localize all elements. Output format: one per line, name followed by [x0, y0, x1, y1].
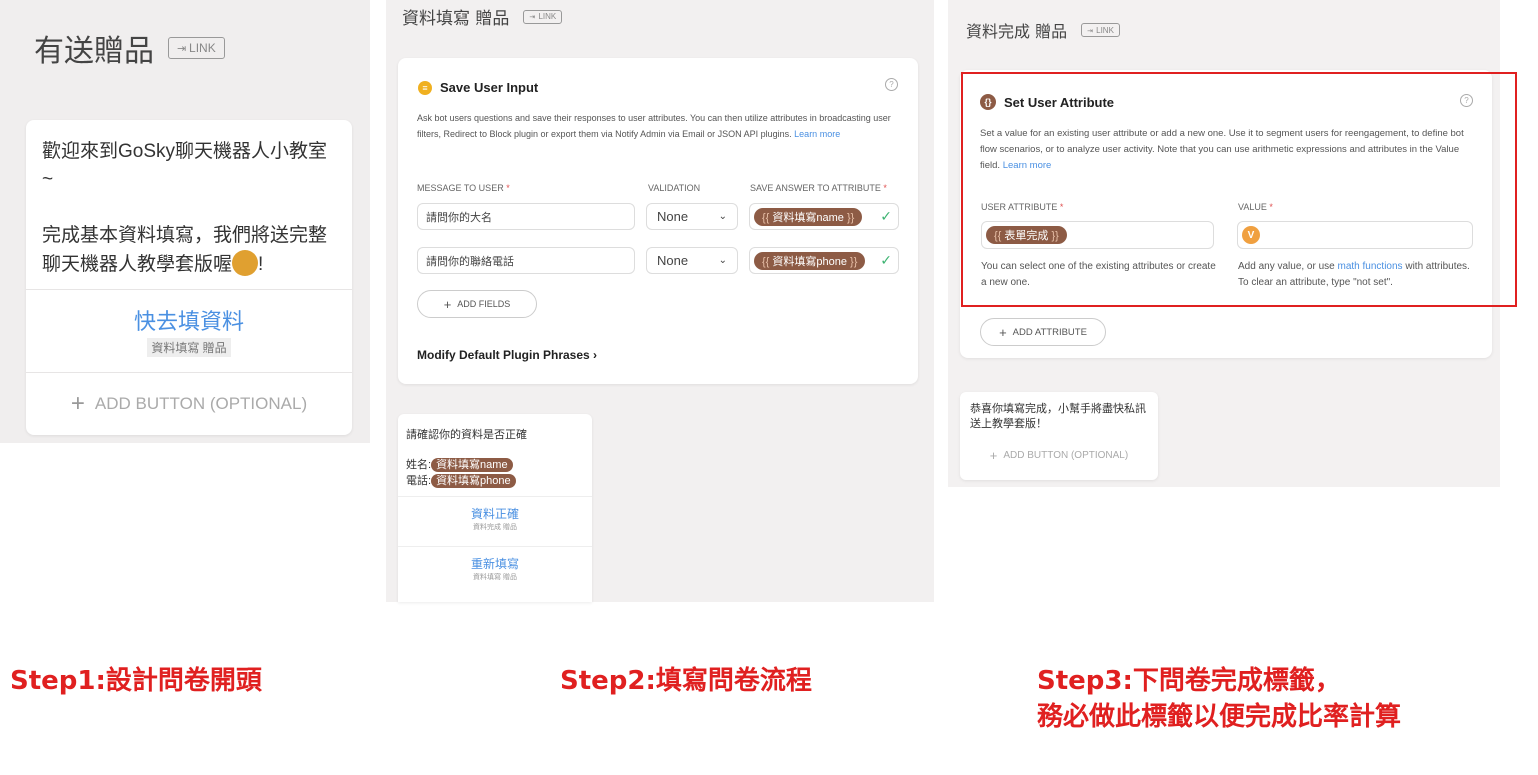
link-label: LINK	[1096, 25, 1114, 35]
col-header-save: SAVE ANSWER TO ATTRIBUTE *	[750, 183, 887, 193]
plugin-description: Ask bot users questions and save their r…	[417, 110, 905, 142]
link-button[interactable]: ⇥ LINK	[1081, 23, 1120, 37]
validation-value: None	[657, 253, 689, 268]
confirm-correct-button[interactable]: 資料正確 資料完成 贈品	[398, 496, 592, 546]
confirm-prompt: 請確認你的資料是否正確	[406, 429, 527, 441]
message-field[interactable]: 請問你的聯絡電話	[417, 247, 635, 274]
gallery-card: 歡迎來到GoSky聊天機器人小教室~ 完成基本資料填寫，我們將送完整聊天機器人教…	[26, 120, 352, 435]
validation-select[interactable]: None ⌄	[646, 247, 738, 274]
block-title[interactable]: 有送贈品	[34, 26, 154, 70]
link-button[interactable]: ⇥ LINK	[168, 37, 225, 59]
block-header: 資料填寫 贈品 ⇥ LINK	[402, 4, 563, 29]
button-label: 資料正確	[470, 507, 519, 521]
card-text[interactable]: 歡迎來到GoSky聊天機器人小教室~ 完成基本資料填寫，我們將送完整聊天機器人教…	[26, 120, 352, 288]
step3-caption-line2: 務必做此標籤以便完成比率計算	[1037, 702, 1402, 732]
plus-icon: +	[70, 390, 85, 417]
add-button-optional[interactable]: + ADD BUTTON (OPTIONAL)	[26, 373, 352, 435]
validation-value: None	[657, 209, 689, 224]
attribute-chip: {{ 資料填寫name }}	[754, 207, 863, 226]
block-title[interactable]: 資料填寫 贈品	[402, 4, 509, 29]
add-fields-label: ADD FIELDS	[457, 299, 511, 309]
button-label: 重新填寫	[470, 557, 519, 571]
add-attribute-button[interactable]: + ADD ATTRIBUTE	[980, 318, 1106, 346]
chevron-right-icon: ›	[593, 348, 598, 362]
card-text-line1: 歡迎來到GoSky聊天機器人小教室~	[42, 141, 328, 190]
name-label: 姓名:	[406, 459, 432, 471]
done-text-card: 恭喜你填寫完成，小幫手將盡快私訊送上教學套版！ + ADD BUTTON (OP…	[960, 392, 1158, 480]
link-label: LINK	[538, 12, 557, 21]
add-button-optional[interactable]: + ADD BUTTON (OPTIONAL)	[960, 448, 1158, 463]
button-target-block: 資料填寫 贈品	[147, 338, 231, 357]
plus-icon: +	[443, 296, 452, 312]
form-block-panel: 資料填寫 贈品 ⇥ LINK ≡ Save User Input ? Ask b…	[386, 0, 934, 602]
chevron-down-icon: ⌄	[718, 255, 727, 266]
phone-attribute-chip: 資料填寫phone	[431, 474, 516, 488]
save-user-input-plugin: ≡ Save User Input ? Ask bot users questi…	[398, 58, 918, 384]
validation-select[interactable]: None ⌄	[646, 203, 738, 230]
check-icon: ✓	[880, 252, 892, 268]
pointing-hand-icon	[232, 250, 259, 276]
add-button-label: ADD BUTTON (OPTIONAL)	[94, 394, 308, 413]
refill-button[interactable]: 重新填寫 資料填寫 贈品	[398, 546, 592, 596]
col-header-message-text: MESSAGE TO USER	[417, 183, 504, 193]
block-header: 有送贈品 ⇥ LINK	[34, 26, 225, 70]
add-button-label: ADD BUTTON (OPTIONAL)	[1003, 450, 1129, 461]
card-text-line2: 完成基本資料填寫，我們將送完整聊天機器人教學套版喔	[42, 225, 328, 275]
modify-phrases-label: Modify Default Plugin Phrases	[417, 348, 590, 362]
modify-phrases-link[interactable]: Modify Default Plugin Phrases ›	[417, 348, 597, 362]
learn-more-link[interactable]: Learn more	[794, 129, 840, 139]
highlight-box	[961, 72, 1517, 307]
fill-data-button[interactable]: 快去填資料 資料填寫 贈品	[26, 289, 352, 373]
button-label: 快去填資料	[133, 310, 244, 335]
save-input-icon: ≡	[418, 80, 432, 95]
col-header-validation: VALIDATION	[648, 183, 700, 193]
attribute-chip: {{ 資料填寫phone }}	[754, 251, 866, 270]
plus-icon: +	[989, 448, 998, 463]
col-header-save-text: SAVE ANSWER TO ATTRIBUTE	[750, 183, 881, 193]
add-fields-button[interactable]: + ADD FIELDS	[417, 290, 537, 318]
phone-label: 電話:	[406, 475, 432, 487]
plugin-header: ≡ Save User Input	[418, 80, 538, 95]
attribute-field[interactable]: {{ 資料填寫phone }} ✓	[749, 247, 899, 274]
step1-caption: Step1:設計問卷開頭	[10, 666, 262, 696]
button-target-block: 資料填寫 贈品	[473, 574, 517, 581]
add-attribute-label: ADD ATTRIBUTE	[1012, 326, 1087, 338]
col-header-validation-text: VALIDATION	[648, 183, 701, 193]
button-target-block: 資料完成 贈品	[473, 524, 517, 531]
link-arrow-icon: ⇥	[529, 12, 536, 21]
message-field-value: 請問你的大名	[426, 211, 492, 224]
block-title[interactable]: 資料完成 贈品	[966, 18, 1067, 42]
chevron-down-icon: ⌄	[718, 211, 727, 222]
name-attribute-chip: 資料填寫name	[431, 458, 513, 472]
step2-caption: Step2:填寫問卷流程	[560, 666, 812, 696]
name-line: 姓名: 資料填寫name	[406, 456, 513, 472]
help-icon[interactable]: ?	[885, 78, 898, 91]
attribute-chip-text: 資料填寫name	[772, 211, 844, 224]
message-field-value: 請問你的聯絡電話	[426, 255, 514, 268]
step3-caption-line1: Step3:下問卷完成標籤，	[1037, 666, 1341, 696]
card-text-end: !	[258, 254, 264, 275]
attribute-chip-text: 資料填寫phone	[772, 255, 847, 268]
link-label: LINK	[189, 41, 216, 55]
attribute-field[interactable]: {{ 資料填寫name }} ✓	[749, 203, 899, 230]
check-icon: ✓	[880, 208, 892, 224]
plus-icon: +	[999, 324, 1007, 340]
block-header: 資料完成 贈品 ⇥ LINK	[966, 18, 1120, 42]
plugin-title: Save User Input	[440, 80, 539, 95]
confirm-card: 請確認你的資料是否正確 姓名: 資料填寫name 電話: 資料填寫phone 資料正…	[398, 414, 592, 602]
done-text[interactable]: 恭喜你填寫完成，小幫手將盡快私訊送上教學套版！	[970, 402, 1148, 432]
start-block-panel: 有送贈品 ⇥ LINK 歡迎來到GoSky聊天機器人小教室~ 完成基本資料填寫，…	[0, 0, 370, 443]
link-arrow-icon: ⇥	[1087, 25, 1094, 35]
link-arrow-icon: ⇥	[177, 42, 187, 55]
link-button[interactable]: ⇥ LINK	[523, 9, 563, 24]
col-header-message: MESSAGE TO USER *	[417, 183, 510, 193]
phone-line: 電話: 資料填寫phone	[406, 472, 516, 488]
message-field[interactable]: 請問你的大名	[417, 203, 635, 230]
